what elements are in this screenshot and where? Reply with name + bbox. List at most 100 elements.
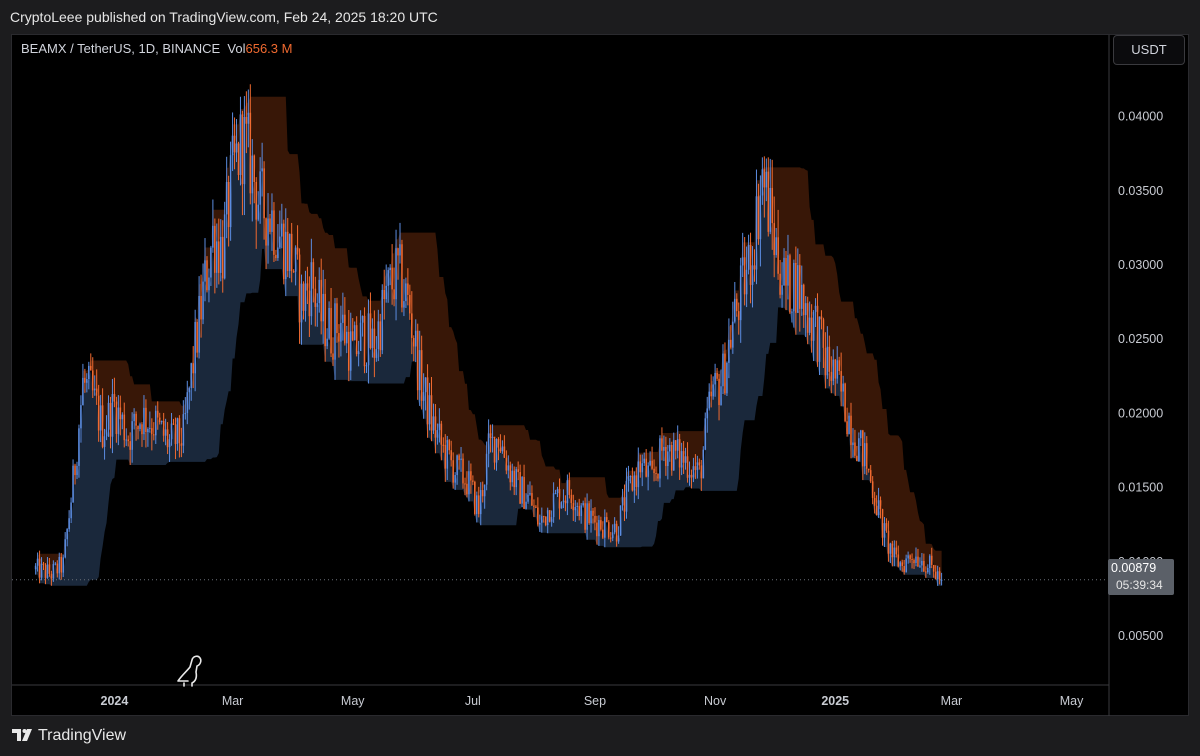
- candle-body: [139, 424, 141, 430]
- candle-body: [858, 438, 860, 462]
- candle-body: [300, 283, 303, 323]
- candle-body: [349, 331, 352, 371]
- candle-body: [198, 295, 200, 353]
- candle-body: [99, 405, 102, 431]
- candle-body: [338, 333, 340, 342]
- candle-body: [834, 359, 837, 379]
- candle-body: [572, 503, 575, 511]
- footer-bar: TradingView: [0, 716, 1200, 756]
- candle-body: [357, 350, 360, 355]
- candle-body: [724, 353, 726, 394]
- candle-body: [558, 489, 561, 509]
- candle-body: [907, 555, 909, 559]
- candle-body: [582, 503, 584, 506]
- candle-body: [472, 480, 474, 482]
- candle-body: [779, 273, 781, 295]
- candle-body: [436, 430, 439, 438]
- candle-body: [763, 169, 766, 188]
- candle-body: [97, 395, 100, 431]
- candle-body: [932, 564, 935, 572]
- candle-body: [273, 210, 275, 255]
- chart-panel[interactable]: 0.04000 0.03500 0.03000 0.02500 0.02000 0.015…: [11, 34, 1190, 717]
- candle-body: [921, 560, 923, 566]
- candle-body: [759, 195, 762, 240]
- candle-body: [88, 365, 90, 380]
- candle-body: [562, 500, 565, 503]
- candle-body: [255, 181, 258, 220]
- candle-body: [60, 556, 63, 573]
- candle-body: [688, 474, 691, 478]
- candle-body: [493, 436, 496, 463]
- candle-body: [674, 440, 677, 451]
- candle-body: [897, 554, 900, 567]
- candle-body: [239, 114, 242, 176]
- candle-body: [669, 445, 671, 452]
- candle-body: [743, 257, 746, 295]
- candle-body: [95, 388, 98, 396]
- candle-body: [718, 378, 720, 406]
- candle-body: [661, 438, 663, 451]
- candle-body: [196, 321, 198, 353]
- candle-body: [332, 353, 334, 360]
- candle-body: [40, 563, 43, 578]
- candle-body: [326, 338, 328, 347]
- candle-body: [180, 443, 183, 446]
- candle-body: [263, 168, 265, 219]
- price-chart[interactable]: 0.04000 0.03500 0.03000 0.02500 0.02000 0.015…: [12, 35, 1190, 717]
- candle-body: [722, 353, 724, 387]
- candle-body: [741, 257, 744, 266]
- candle-body: [726, 362, 728, 394]
- candle-body: [712, 384, 714, 397]
- candle-body: [487, 433, 490, 454]
- symbol-legend: BEAMX / TetherUS, 1D, BINANCE Vol656.3 M: [21, 41, 292, 56]
- candle-body: [149, 428, 151, 430]
- candle-body: [552, 493, 555, 518]
- candle-body: [412, 337, 415, 347]
- candle-body: [154, 410, 157, 436]
- candle-body: [432, 416, 435, 431]
- candle-body: [546, 510, 549, 526]
- candle-body: [905, 558, 907, 572]
- candle-body: [820, 316, 823, 320]
- candle-body: [434, 416, 437, 438]
- tradingview-logo-icon[interactable]: [12, 727, 36, 743]
- candle-body: [631, 476, 634, 491]
- candle-body: [915, 556, 917, 564]
- candle-body: [769, 187, 772, 232]
- time-tick-label: May: [341, 694, 365, 708]
- candle-body: [871, 481, 874, 498]
- symbol-title: BEAMX / TetherUS, 1D, BINANCE: [21, 41, 221, 56]
- candle-body: [529, 493, 531, 495]
- candle-body: [586, 503, 588, 530]
- candle-body: [570, 494, 573, 504]
- tradingview-brand[interactable]: TradingView: [38, 727, 126, 745]
- candle-body: [312, 262, 315, 289]
- candle-body: [389, 267, 391, 271]
- candle-body: [605, 517, 608, 523]
- candle-body: [259, 171, 261, 205]
- candle-body: [938, 571, 941, 580]
- candle-body: [271, 210, 273, 232]
- candle-body: [686, 456, 689, 478]
- candle-body: [84, 377, 86, 383]
- candle-body: [365, 365, 368, 367]
- currency-button[interactable]: USDT: [1113, 35, 1185, 65]
- candle-body: [353, 325, 356, 341]
- candle-body: [574, 506, 577, 511]
- candle-body: [495, 438, 498, 463]
- candle-body: [460, 458, 462, 461]
- candle-body: [539, 522, 541, 525]
- candle-body: [308, 290, 311, 317]
- candle-body: [802, 284, 805, 316]
- candle-body: [267, 218, 269, 246]
- candle-body: [846, 421, 848, 435]
- candle-countdown: 05:39:34: [1116, 578, 1163, 592]
- candle-body: [745, 269, 748, 295]
- candle-body: [359, 322, 362, 351]
- candle-body: [166, 429, 169, 448]
- candle-body: [751, 265, 754, 285]
- candle-body: [710, 391, 712, 397]
- candle-body: [732, 321, 734, 348]
- candle-body: [296, 247, 299, 255]
- candle-body: [735, 298, 738, 312]
